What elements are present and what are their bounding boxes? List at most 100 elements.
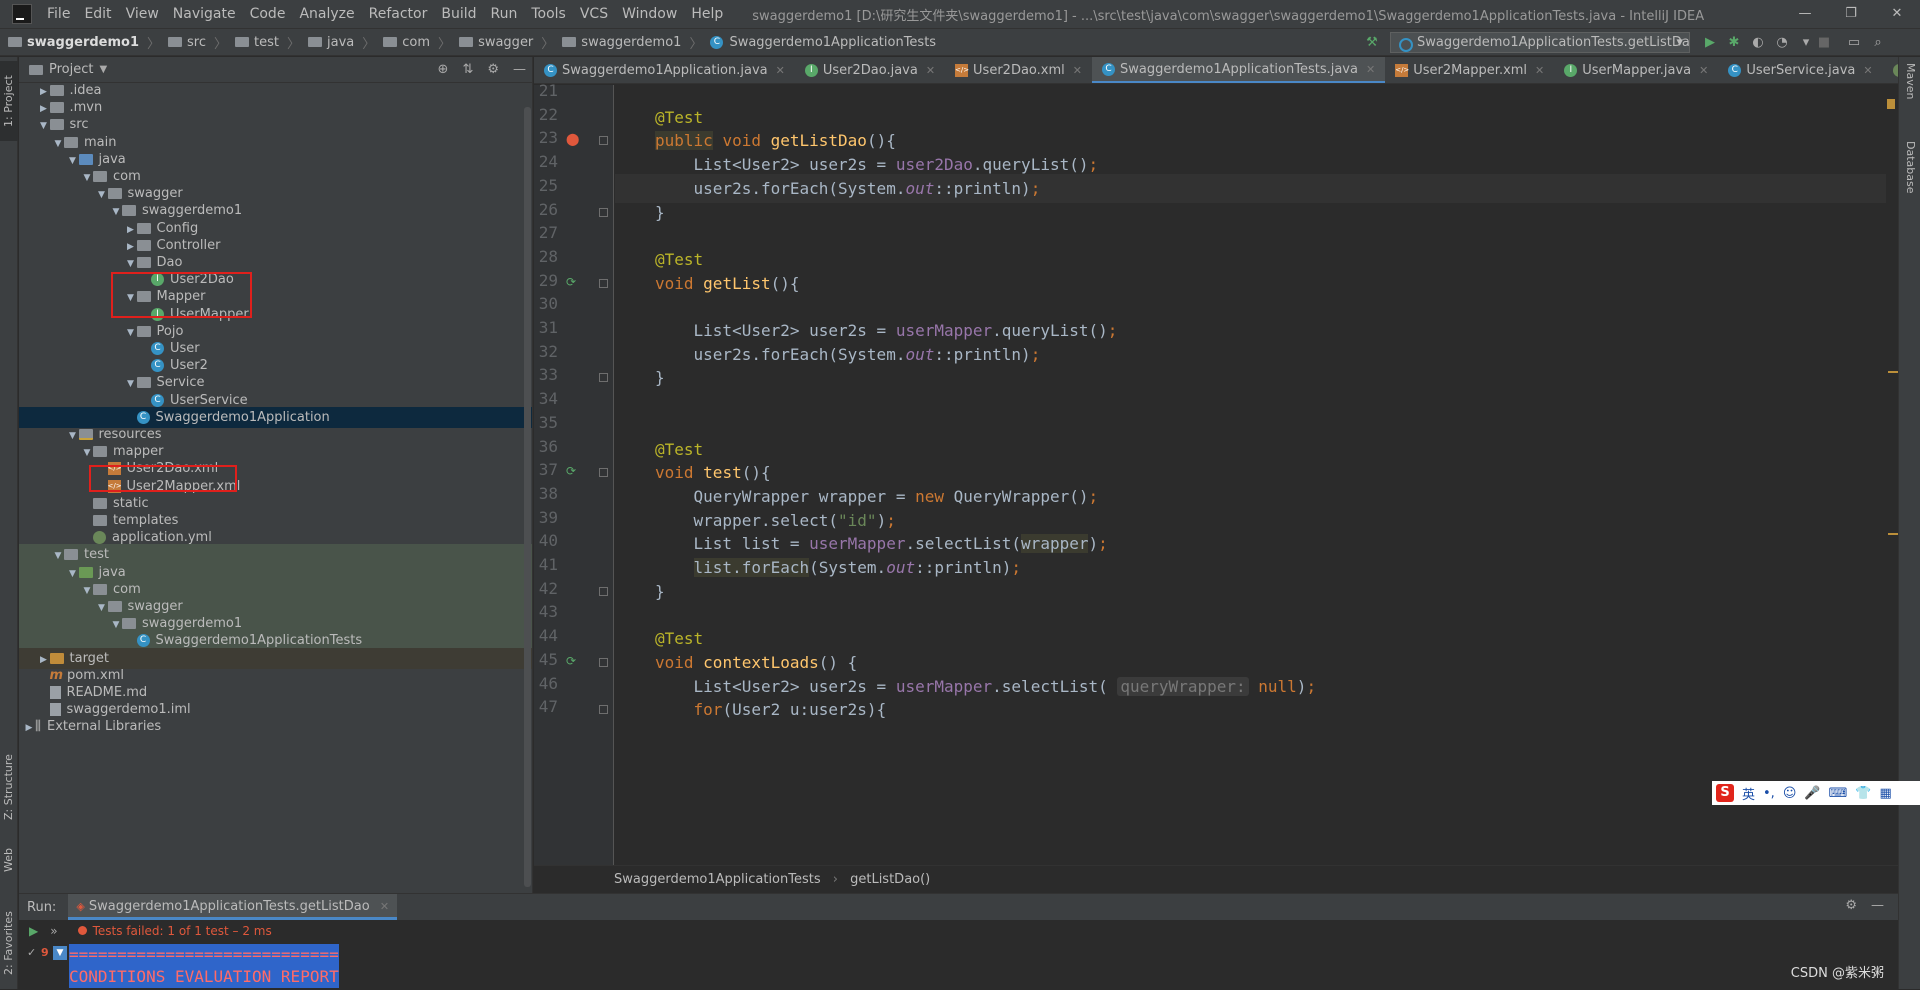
fold-marker-icon[interactable] (599, 278, 608, 288)
code-line[interactable]: for(User2 u:user2s){ (615, 695, 1898, 724)
breadcrumb-item[interactable]: java 〉 (300, 33, 375, 52)
editor-breadcrumb-class[interactable]: Swaggerdemo1ApplicationTests (614, 872, 821, 887)
fold-marker-icon[interactable] (599, 207, 608, 217)
editor-tab[interactable]: I UserMapper.java ✕ (1554, 57, 1718, 83)
tab-favorites[interactable]: 2: Favorites (0, 900, 18, 986)
hide-icon[interactable]: — (513, 62, 526, 77)
close-icon[interactable]: ✕ (380, 900, 389, 913)
fold-marker-icon[interactable] (599, 586, 608, 596)
menu-item-run[interactable]: Run (484, 0, 525, 28)
tree-item[interactable]: ▶ ⫼ External Libraries (19, 716, 532, 737)
run-test-gutter-icon[interactable]: ⟳ (566, 654, 576, 668)
close-icon[interactable]: ✕ (1863, 57, 1872, 83)
editor-tab[interactable]: C Swaggerdemo1ApplicationTests.java ✕ (1091, 57, 1386, 83)
close-icon[interactable]: ✕ (1874, 0, 1920, 28)
punctuation-icon[interactable]: •, (1763, 786, 1775, 801)
chevron-right-icon[interactable]: ▶ (23, 718, 35, 739)
editor-tab[interactable]: I User2Dao.java ✕ (795, 57, 945, 83)
fold-marker-icon[interactable] (599, 657, 608, 667)
menu-item-edit[interactable]: Edit (77, 0, 118, 28)
rerun-failed-icon[interactable]: ✓ (27, 946, 36, 959)
breadcrumb-item[interactable]: src 〉 (160, 33, 227, 52)
menu-item-file[interactable]: File (40, 0, 77, 28)
warning-stripe[interactable] (1888, 371, 1898, 373)
rerun-icon[interactable]: ▶ (29, 924, 38, 938)
fold-marker-icon[interactable] (599, 468, 608, 478)
breadcrumb-item[interactable]: swaggerdemo1 〉 (554, 33, 702, 52)
tab-project[interactable]: 1: Project (0, 61, 18, 141)
close-icon[interactable]: ✕ (1366, 57, 1375, 83)
editor-tab[interactable]: </> User2Mapper.xml ✕ (1385, 57, 1554, 83)
editor-tab[interactable]: C Swaggerdemo1Application.java ✕ (534, 57, 795, 83)
close-icon[interactable]: ✕ (776, 57, 785, 83)
breadcrumb-item[interactable]: test 〉 (227, 33, 300, 52)
tab-structure[interactable]: Z: Structure (0, 747, 18, 827)
run-tab[interactable]: ◈ Swaggerdemo1ApplicationTests.getListDa… (68, 894, 398, 920)
close-icon[interactable]: ✕ (1699, 57, 1708, 83)
close-icon[interactable]: ✕ (1535, 57, 1544, 83)
collapse-all-icon[interactable]: ⇅ (462, 62, 473, 77)
run-test-gutter-icon[interactable]: ⟳ (566, 275, 576, 289)
shirt-icon[interactable]: 👕 (1855, 786, 1871, 801)
menu-item-window[interactable]: Window (615, 0, 684, 28)
fold-marker-icon[interactable] (599, 373, 608, 383)
inspection-status-icon[interactable] (1887, 99, 1895, 109)
menu-item-navigate[interactable]: Navigate (166, 0, 243, 28)
ime-lang[interactable]: 英 (1742, 784, 1755, 803)
menu-item-help[interactable]: Help (684, 0, 730, 28)
code-view[interactable]: @Test public void getListDao(){ List<User… (615, 85, 1898, 865)
menu-item-view[interactable]: View (119, 0, 166, 28)
build-menu-icon[interactable]: ▾ (1798, 35, 1814, 51)
hide-icon[interactable]: — (1871, 898, 1884, 913)
chevron-down-icon[interactable]: ▼ (99, 64, 107, 75)
test-failed-gutter-icon[interactable]: ⬤ (566, 132, 579, 146)
editor-scrollbar[interactable] (1886, 85, 1898, 865)
keyboard-icon[interactable]: ⌨ (1829, 786, 1848, 801)
menu-item-build[interactable]: Build (434, 0, 483, 28)
menu-item-analyze[interactable]: Analyze (292, 0, 361, 28)
menu-item-code[interactable]: Code (243, 0, 293, 28)
sogou-logo-icon[interactable]: S (1716, 784, 1734, 802)
gear-icon[interactable]: ⚙ (487, 62, 499, 77)
layout-icon[interactable]: ▭ (1846, 35, 1862, 51)
expand-icon[interactable]: » (50, 924, 57, 938)
tab-maven[interactable]: Maven (1901, 63, 1919, 123)
scroll-down-icon[interactable]: ▼ (53, 946, 67, 960)
menu-grid-icon[interactable]: ▦ (1880, 786, 1892, 801)
editor-tab[interactable]: application.yml✕ (1883, 57, 1898, 83)
editor-breadcrumb-method[interactable]: getListDao() (850, 872, 930, 887)
console-output[interactable]: ============================ CONDITIONS … (69, 944, 1889, 990)
close-icon[interactable]: ✕ (926, 57, 935, 83)
breadcrumb-item[interactable]: com 〉 (375, 33, 451, 52)
debug-icon[interactable]: ✱ (1726, 35, 1742, 51)
profile-icon[interactable]: ◔ (1774, 35, 1790, 51)
tab-database[interactable]: Database (1901, 141, 1919, 221)
menu-item-tools[interactable]: Tools (524, 0, 573, 28)
breadcrumb-item[interactable]: C Swaggerdemo1ApplicationTests (702, 33, 936, 52)
search-everywhere-icon[interactable]: ⌕ (1870, 35, 1886, 51)
gear-icon[interactable]: ⚙ (1845, 898, 1857, 913)
minimize-icon[interactable]: — (1782, 0, 1828, 28)
warning-stripe[interactable] (1888, 533, 1898, 535)
locate-icon[interactable]: ⊕ (438, 62, 449, 77)
breadcrumb-item[interactable]: swaggerdemo1 〉 (0, 33, 160, 52)
run-config-selector[interactable]: Swaggerdemo1ApplicationTests.getListDao (1390, 32, 1690, 53)
run-test-gutter-icon[interactable]: ⟳ (566, 464, 576, 478)
mic-icon[interactable]: 🎤 (1804, 786, 1820, 801)
fold-marker-icon[interactable] (599, 136, 608, 146)
fold-marker-icon[interactable] (599, 705, 608, 715)
coverage-icon[interactable]: ◐ (1750, 35, 1766, 51)
close-icon[interactable]: ✕ (1073, 57, 1082, 83)
stop-icon[interactable]: ■ (1816, 35, 1832, 51)
breadcrumb-item[interactable]: swagger 〉 (451, 33, 554, 52)
editor-tab[interactable]: C UserService.java ✕ (1718, 57, 1882, 83)
tab-web[interactable]: Web (0, 840, 18, 880)
run-icon[interactable]: ▶ (1702, 35, 1718, 51)
editor-tab[interactable]: </> User2Dao.xml ✕ (945, 57, 1092, 83)
tree-scrollbar[interactable] (524, 107, 531, 887)
restore-icon[interactable]: ❐ (1828, 0, 1874, 28)
project-panel-title[interactable]: Project (49, 62, 93, 77)
hammer-icon[interactable]: ⚒ (1364, 35, 1380, 51)
emoji-icon[interactable]: ☺ (1783, 786, 1797, 801)
menu-item-refactor[interactable]: Refactor (362, 0, 435, 28)
